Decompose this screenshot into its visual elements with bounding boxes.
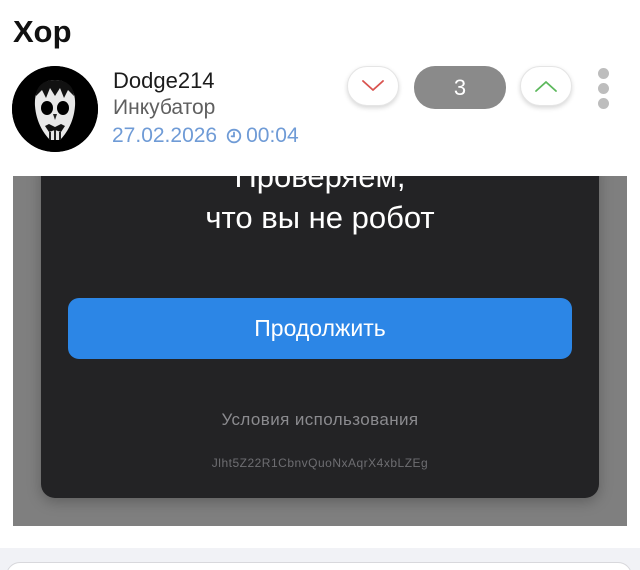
post-title: Хор (13, 14, 72, 49)
chevron-down-icon (362, 80, 384, 91)
terms-of-use-link[interactable]: Условия использования (41, 410, 599, 430)
continue-button[interactable]: Продолжить (68, 298, 572, 359)
author-community[interactable]: Инкубатор (113, 96, 215, 120)
comment-input[interactable] (6, 562, 632, 570)
embedded-media-frame: Проверяем, что вы не робот Продолжить Ус… (13, 176, 627, 526)
rating-counter: 3 (414, 66, 506, 109)
captcha-request-id: Jlht5Z22R1CbnvQuoNxAqrX4xbLZEg (211, 456, 429, 470)
captcha-title-line-1: Проверяем, (234, 176, 406, 194)
more-menu-button[interactable] (596, 68, 610, 110)
captcha-title-line-2: что вы не робот (205, 200, 435, 235)
captcha-card: Проверяем, что вы не робот Продолжить Ус… (41, 176, 599, 498)
upvote-button[interactable] (520, 66, 572, 106)
more-vertical-icon-dot (598, 98, 609, 109)
avatar[interactable] (12, 66, 98, 152)
author-name[interactable]: Dodge214 (113, 68, 215, 94)
downvote-button[interactable] (347, 66, 399, 106)
chevron-up-icon (535, 81, 557, 92)
post-meta: 27.02.2026 00:04 (112, 124, 299, 148)
post-page: Хор Dodge214 Инкубатор 27.02.2026 00:04 (0, 0, 640, 570)
clock-icon (226, 128, 242, 144)
post-date: 27.02.2026 (112, 124, 218, 147)
avatar-face-image (12, 66, 98, 152)
post-time: 00:04 (246, 124, 299, 147)
more-vertical-icon-dot (598, 83, 609, 94)
more-vertical-icon-dot (598, 68, 609, 79)
